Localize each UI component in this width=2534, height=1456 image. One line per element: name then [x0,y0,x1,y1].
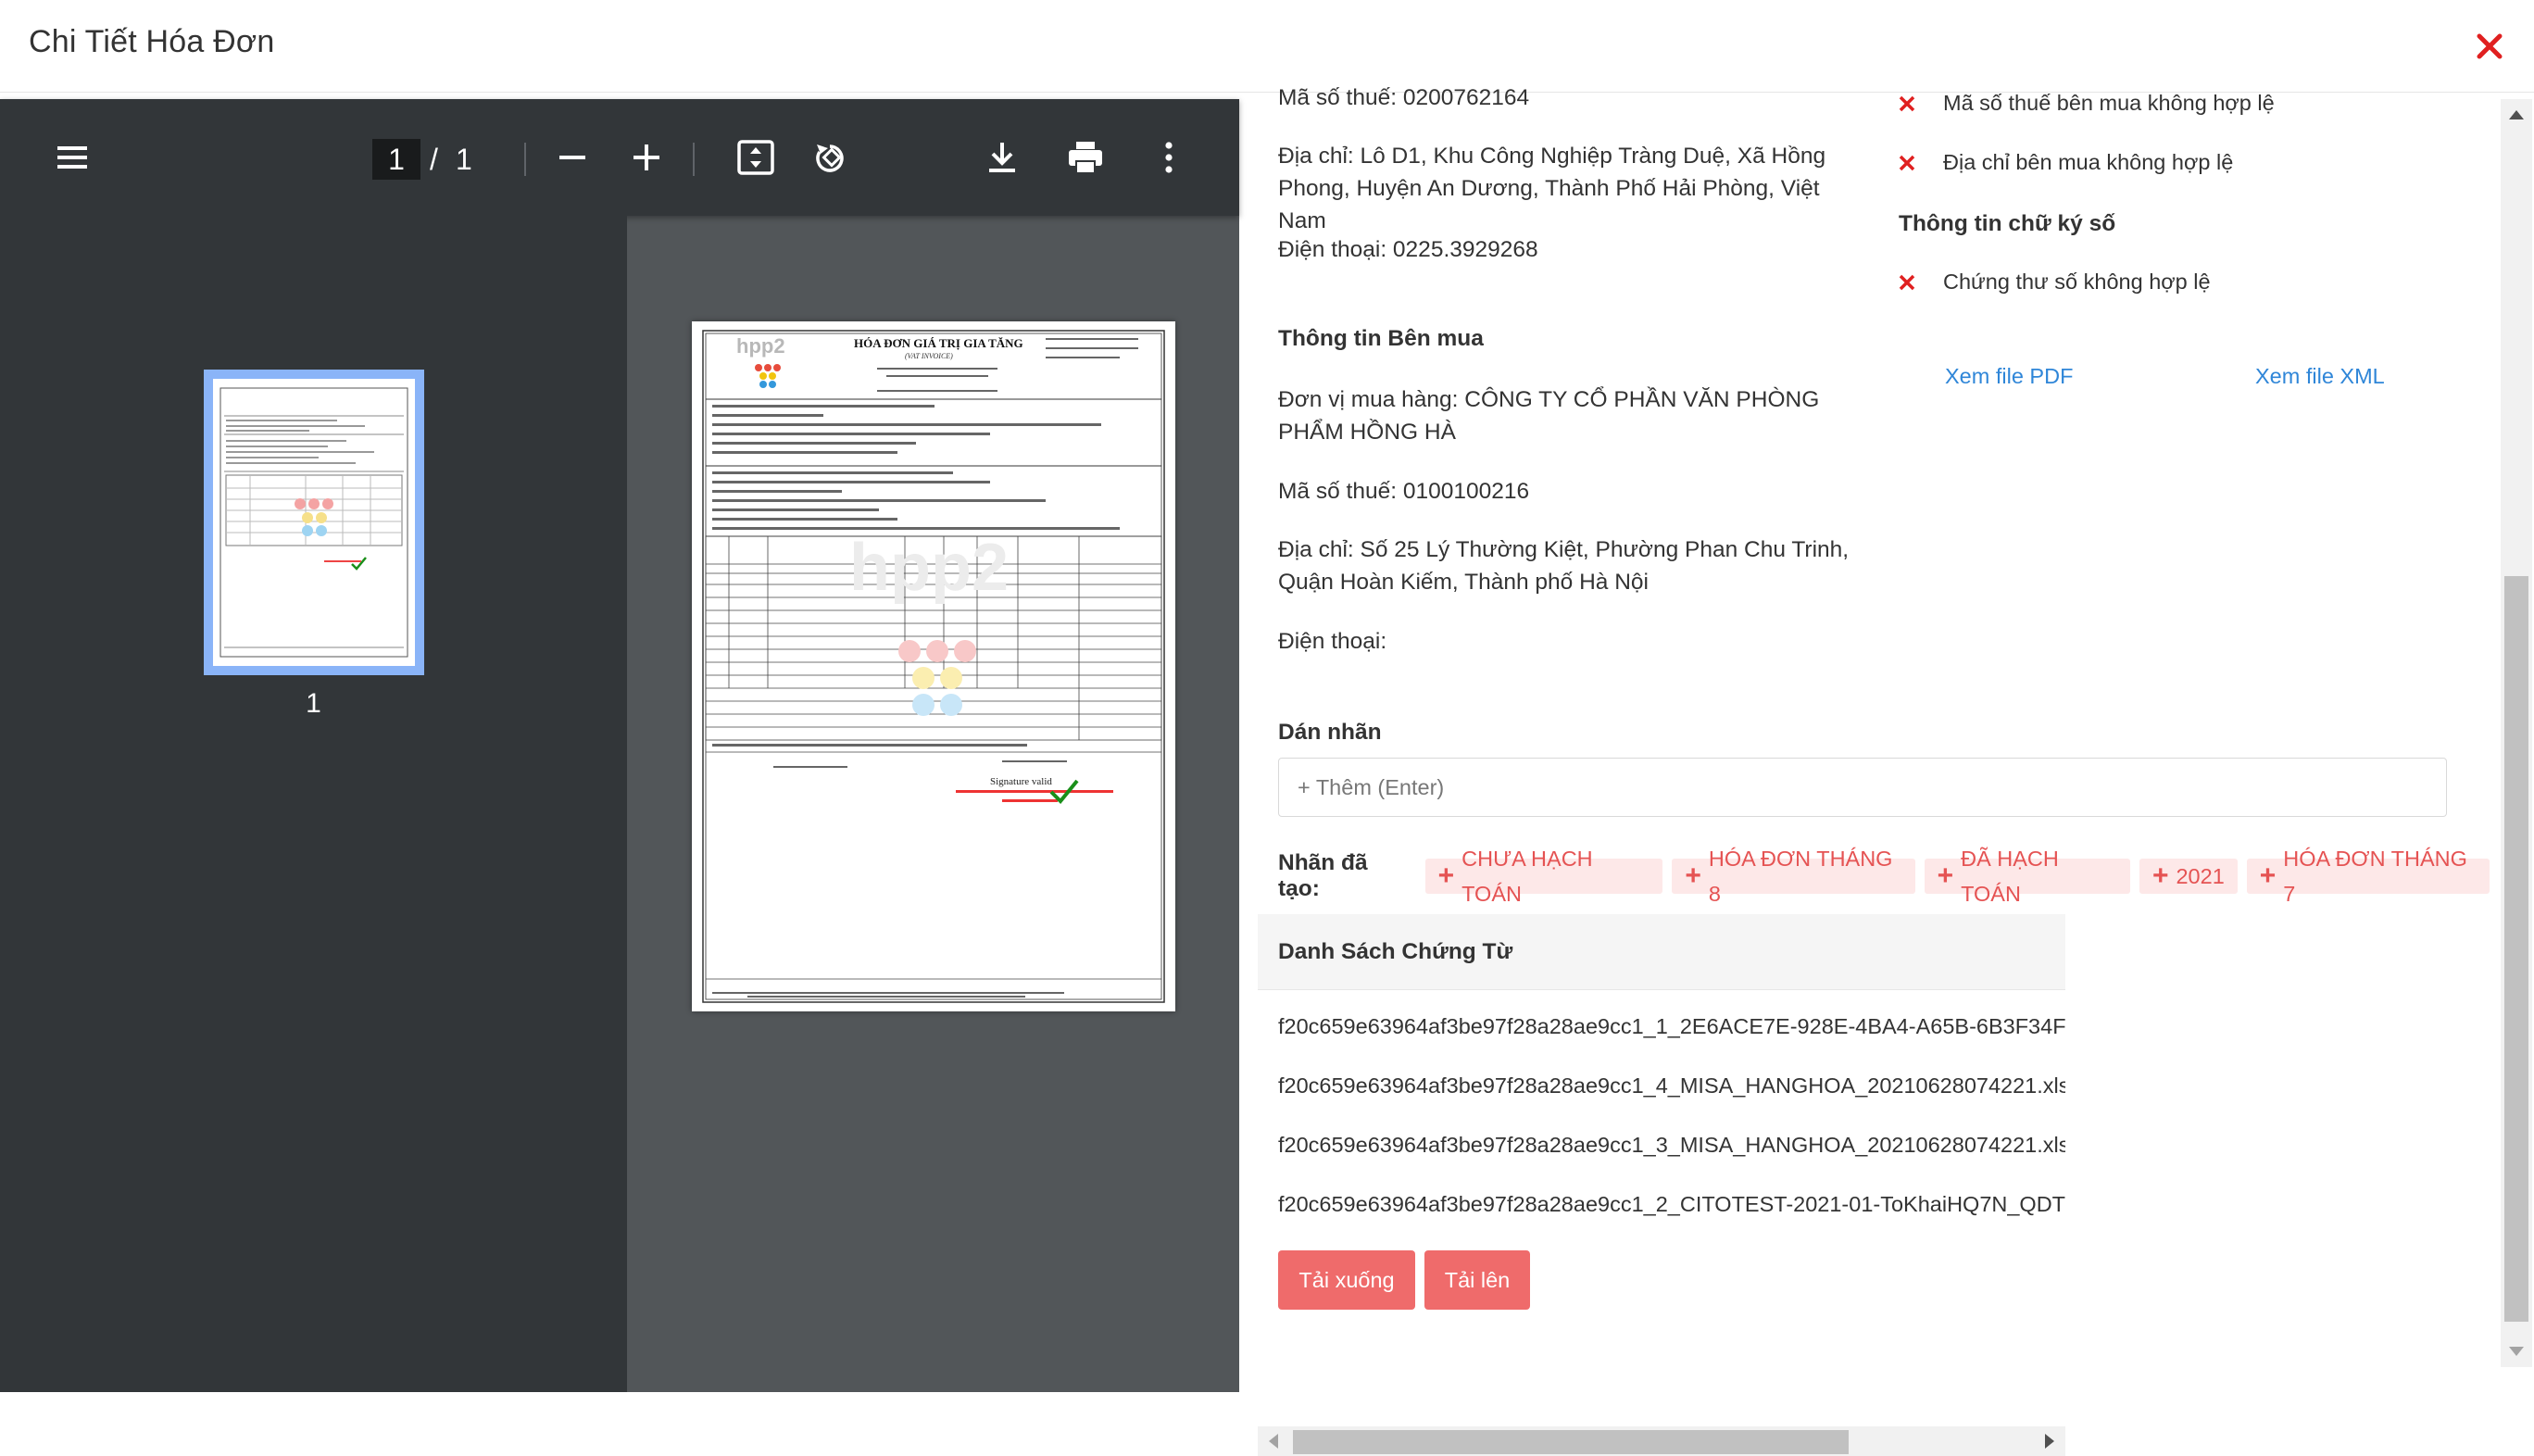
scroll-left-icon[interactable] [1269,1434,1278,1449]
upload-button[interactable]: Tải lên [1424,1250,1530,1310]
created-tags: Nhãn đã tạo: + CHƯA HẠCH TOÁN + HÓA ĐƠN TH… [1278,847,2499,906]
created-tags-label: Nhãn đã tạo: [1278,850,1368,901]
validation-error-item: Địa chỉ bên mua không hợp lệ [1897,150,2233,175]
toolbar-divider [693,143,695,176]
rotate-icon[interactable] [806,132,858,183]
pdf-thumbnail-sidebar: 1 [0,216,627,1392]
plus-icon: + [2151,860,2169,891]
thumbnail-page [213,379,415,666]
error-x-icon [1897,94,1917,114]
view-pdf-link[interactable]: Xem file PDF [1945,364,2073,389]
tag-label: HÓA ĐƠN THÁNG 8 [1708,847,1893,906]
documents-title: Danh Sách Chứng Từ [1278,939,1513,964]
validation-error-text: Mã số thuế bên mua không hợp lệ [1943,91,2275,115]
document-item[interactable]: f20c659e63964af3be97f28a28ae9cc1_2_CITOT… [1278,1192,2065,1217]
signature-valid-text: Signature valid [990,776,1052,787]
plus-icon[interactable] [621,132,672,183]
toolbar-divider [524,143,526,176]
print-icon[interactable] [1060,132,1111,183]
minus-icon[interactable] [546,132,598,183]
fit-page-icon[interactable] [730,132,782,183]
modal-header: Chi Tiết Hóa Đơn [0,0,2534,93]
invoice-info-panel: Mã số thuế: 0200762164 Địa chỉ: Lô D1, K… [1239,85,2499,1456]
tag-chip[interactable]: +2021 [2139,859,2238,894]
scroll-right-icon[interactable] [2045,1434,2054,1449]
invoice-logo-text: hpp2 [736,334,785,358]
seller-address: Địa chỉ: Lô D1, Khu Công Nghiệp Tràng Du… [1278,144,1826,233]
document-item[interactable]: f20c659e63964af3be97f28a28ae9cc1_1_2E6AC… [1278,1014,2065,1039]
signature-error-text: Chứng thư số không hợp lệ [1943,270,2211,294]
menu-icon[interactable] [46,132,98,183]
tag-chip[interactable]: + CHƯA HẠCH TOÁN [1424,847,1663,906]
seller-phone: Điện thoại: 0225.3929268 [1278,237,1538,262]
document-item[interactable]: f20c659e63964af3be97f28a28ae9cc1_4_MISA_… [1278,1073,2065,1098]
buyer-phone: Điện thoại: [1278,629,1387,654]
page-total: 1 [456,143,472,176]
vertical-scrollbar[interactable] [2501,99,2532,1367]
buyer-info-title: Thông tin Bên mua [1278,326,1484,351]
more-vert-icon[interactable] [1143,132,1195,183]
tag-label: CHƯA HẠCH TOÁN [1461,847,1593,906]
signature-info-title: Thông tin chữ ký số [1899,211,2116,236]
tag-chip[interactable]: + HÓA ĐƠN THÁNG 7 [2246,847,2490,906]
plus-icon: + [1437,860,1455,891]
pdf-page: hpp2 HÓA ĐƠN GIÁ TRỊ GIA TĂNG (VAT INVOI… [692,321,1175,1011]
buyer-tax-code: Mã số thuế: 0100100216 [1278,479,1530,504]
signature-error-item: Chứng thư số không hợp lệ [1897,270,2211,295]
plus-icon: + [1685,860,1701,891]
svg-text:hpp2: hpp2 [849,531,1009,605]
labels-title: Dán nhãn [1278,720,1382,745]
buyer-address: Địa chỉ: Số 25 Lý Thường Kiệt, Phường Ph… [1278,537,1850,595]
add-label-input[interactable]: + Thêm (Enter) [1278,758,2447,817]
plus-icon: + [2259,860,2277,891]
modal-title: Chi Tiết Hóa Đơn [29,24,275,59]
document-item[interactable]: f20c659e63964af3be97f28a28ae9cc1_3_MISA_… [1278,1133,2065,1158]
tag-label: 2021 [2176,864,2225,888]
tag-chip[interactable]: + HÓA ĐƠN THÁNG 8 [1672,847,1915,906]
validation-error-text: Địa chỉ bên mua không hợp lệ [1943,150,2234,174]
scroll-up-icon[interactable] [2509,110,2524,119]
pdf-toolbar: 1 / 1 [0,99,1239,216]
documents-section: Danh Sách Chứng Từ f20c659e63964af3be97f… [1258,914,2065,1456]
scroll-down-icon[interactable] [2509,1347,2524,1356]
scrollbar-thumb[interactable] [2504,576,2528,1322]
error-x-icon [1897,153,1917,173]
invoice-subheading: (VAT INVOICE) [905,352,953,360]
tag-chip[interactable]: + ĐÃ HẠCH TOÁN [1924,847,2130,906]
error-x-icon [1897,272,1917,293]
page-number-input[interactable]: 1 [372,139,420,180]
invoice-heading: HÓA ĐƠN GIÁ TRỊ GIA TĂNG [854,336,1023,350]
page-separator: / [430,143,438,176]
buyer-unit: Đơn vị mua hàng: CÔNG TY CỔ PHẦN VĂN PHÒ… [1278,387,1820,445]
tag-label: ĐÃ HẠCH TOÁN [1961,847,2059,906]
documents-header: Danh Sách Chứng Từ [1258,914,2065,990]
horizontal-scrollbar[interactable] [1258,1426,2065,1456]
download-button[interactable]: Tải xuống [1278,1250,1415,1310]
seller-tax-code: Mã số thuế: 0200762164 [1278,85,1530,110]
thumbnail-page-number: 1 [306,688,321,719]
pdf-viewer: 1 / 1 1 hpp2 HÓA ĐƠN GIÁ TRỊ GIA TĂNG (V… [0,99,1239,1392]
download-icon[interactable] [976,132,1028,183]
page-thumbnail[interactable] [204,370,424,675]
tag-label: HÓA ĐƠN THÁNG 7 [2283,847,2467,906]
scrollbar-thumb[interactable] [1293,1430,1849,1454]
close-icon[interactable] [2471,28,2508,65]
plus-icon: + [1937,860,1954,891]
view-xml-link[interactable]: Xem file XML [2255,364,2385,389]
validation-error-item: Mã số thuế bên mua không hợp lệ [1897,91,2275,116]
